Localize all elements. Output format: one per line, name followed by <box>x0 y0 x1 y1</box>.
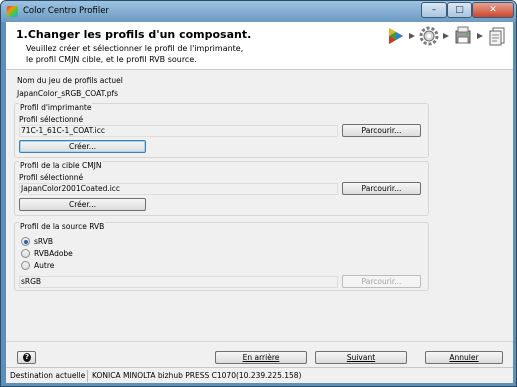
step-description: Veuillez créer et sélectionner le profil… <box>26 43 326 65</box>
radio-autre[interactable] <box>21 261 30 270</box>
status-divider <box>87 370 88 382</box>
wizard-steps <box>384 25 510 47</box>
printer-browse-button[interactable]: Parcourir... <box>342 124 421 137</box>
window-title: Color Centro Profiler <box>23 6 109 16</box>
back-button-label: En arrière <box>242 353 280 362</box>
step-title: 1.Changer les profils d'un composant. <box>16 28 252 41</box>
step-arrow-icon <box>477 33 483 39</box>
radio-autre-label[interactable]: Autre <box>34 261 54 270</box>
cmyk-profile-group: Profil de la cible CMJN Profil sélection… <box>14 161 429 216</box>
radio-rvbadobe[interactable] <box>21 249 30 258</box>
printer-selected-profile-label: Profil sélectionné <box>19 115 84 124</box>
rgb-profile-group-title: Profil de la source RVB <box>19 222 106 231</box>
status-destination-value: KONICA MINOLTA bizhub PRESS C1070(10.239… <box>92 371 302 380</box>
cmyk-profile-group-title: Profil de la cible CMJN <box>19 161 103 170</box>
profile-set-value: JapanColor_sRGB_COAT.pfs <box>17 89 119 98</box>
wizard-header: 1.Changer les profils d'un composant. Ve… <box>6 22 513 70</box>
step-description-line2: le profil CMJN cible, et le profil RVB s… <box>26 55 197 64</box>
wizard-client-area: 1.Changer les profils d'un composant. Ve… <box>6 22 513 383</box>
back-button[interactable]: En arrière <box>215 351 307 364</box>
printer-selected-profile-field[interactable]: 71C-1_61C-1_COAT.icc <box>19 125 338 137</box>
radio-srvb-label[interactable]: sRVB <box>34 237 53 246</box>
maximize-button[interactable]: □ <box>447 2 472 18</box>
step-description-line1: Veuillez créer et sélectionner le profil… <box>26 44 244 53</box>
play-icon <box>389 28 403 44</box>
next-button[interactable]: Suivant <box>315 351 407 364</box>
printer-icon <box>455 26 471 44</box>
rgb-profile-group: Profil de la source RVB sRVB RVBAdobe Au… <box>14 222 429 291</box>
application-window: Color Centro Profiler – □ ✕ 1.Changer le… <box>0 0 517 387</box>
help-button[interactable]: ? <box>17 351 36 364</box>
document-icon <box>489 27 505 46</box>
radio-srvb[interactable] <box>21 237 30 246</box>
printer-profile-group: Profil d'imprimante Profil sélectionné 7… <box>14 103 429 158</box>
app-logo-icon <box>7 6 18 17</box>
printer-create-button[interactable]: Créer... <box>19 140 146 153</box>
printer-profile-group-title: Profil d'imprimante <box>19 103 93 112</box>
cmyk-create-button[interactable]: Créer... <box>19 198 146 211</box>
cmyk-selected-profile-label: Profil sélectionné <box>19 173 84 182</box>
help-icon: ? <box>23 353 31 362</box>
cmyk-selected-profile-field[interactable]: JapanColor2001Coated.icc <box>19 183 338 195</box>
step-arrow-icon <box>443 33 449 39</box>
status-destination-label: Destination actuelle <box>10 371 86 380</box>
footer-separator <box>6 341 513 342</box>
minimize-button[interactable]: – <box>421 2 447 18</box>
rgb-browse-button[interactable]: Parcourir... <box>342 275 421 288</box>
step-arrow-icon <box>409 33 415 39</box>
rgb-profile-field[interactable]: sRGB <box>19 276 338 288</box>
next-button-label: Suivant <box>346 353 376 362</box>
cancel-button-label: Annuler <box>449 353 479 362</box>
close-button[interactable]: ✕ <box>472 2 514 18</box>
profile-set-label: Nom du jeu de profils actuel <box>17 76 123 85</box>
title-bar[interactable]: Color Centro Profiler – □ ✕ <box>1 1 516 22</box>
cmyk-browse-button[interactable]: Parcourir... <box>342 182 421 195</box>
status-bar: Destination actuelle KONICA MINOLTA bizh… <box>6 367 513 383</box>
cancel-button[interactable]: Annuler <box>425 351 503 364</box>
gear-icon <box>419 26 439 46</box>
radio-rvbadobe-label[interactable]: RVBAdobe <box>34 249 73 258</box>
